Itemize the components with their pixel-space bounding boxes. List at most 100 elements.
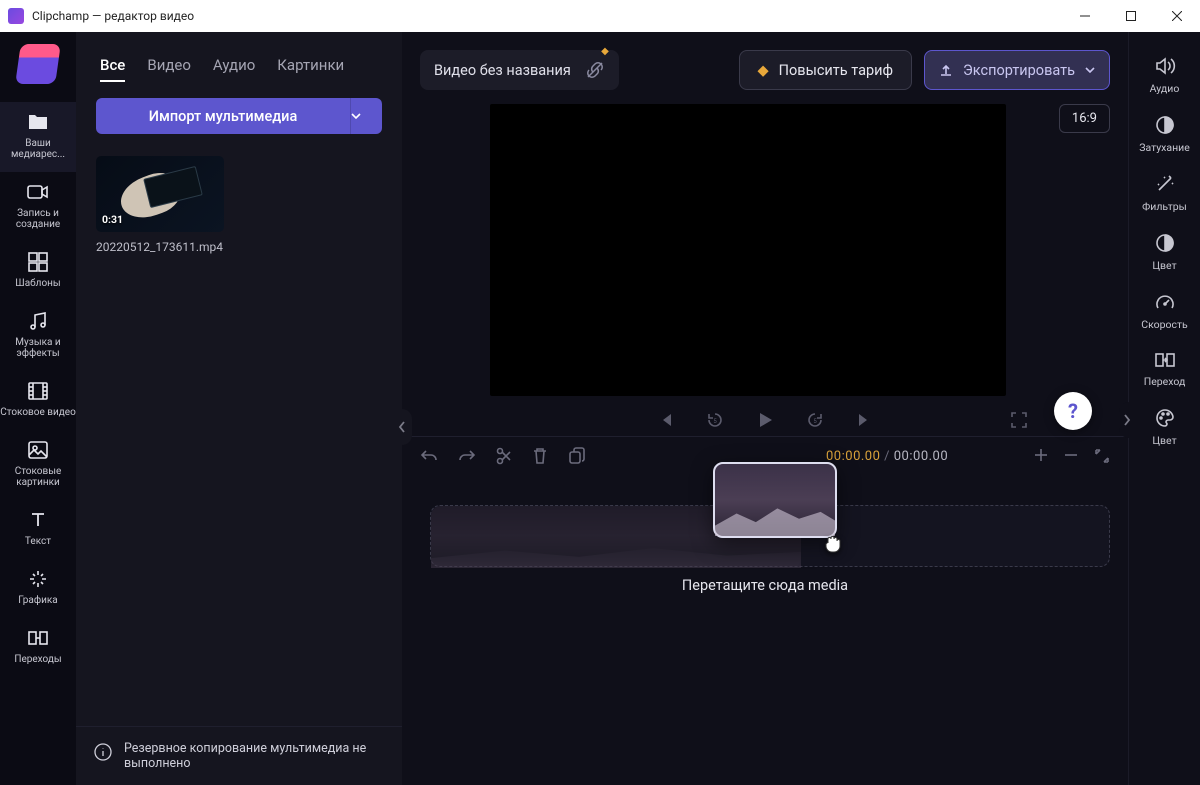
right-properties-bar: Аудио Затухание Фильтры Цвет Скорость Пе…	[1128, 32, 1200, 785]
nav-label: Переходы	[14, 654, 61, 665]
contrast-icon	[1155, 233, 1175, 253]
image-icon	[27, 440, 49, 460]
palette-icon	[1155, 408, 1175, 428]
titlebar: Clipchamp — редактор видео	[0, 0, 1200, 32]
close-button[interactable]	[1154, 0, 1200, 32]
upload-icon	[939, 63, 953, 77]
left-nav: Ваши медиарес... Запись и создание Шабло…	[0, 32, 76, 785]
media-tabs: Все Видео Аудио Картинки	[76, 32, 402, 94]
wand-icon	[1155, 174, 1175, 194]
delete-button[interactable]	[532, 447, 548, 465]
play-button[interactable]	[755, 410, 775, 430]
fit-timeline-button[interactable]	[1094, 448, 1110, 464]
nav-label: Запись и создание	[0, 208, 76, 230]
film-icon	[27, 381, 49, 401]
upgrade-button[interactable]: ◆ Повысить тариф	[739, 50, 913, 90]
redo-button[interactable]	[458, 448, 476, 464]
chevron-down-icon	[1085, 67, 1095, 73]
app-logo	[15, 44, 61, 84]
tab-audio[interactable]: Аудио	[213, 56, 255, 82]
svg-text:5: 5	[713, 418, 717, 425]
undo-button[interactable]	[420, 448, 438, 464]
project-title-bar[interactable]: Видео без названия ◆	[420, 50, 619, 90]
topbar: Видео без названия ◆ ◆ Повысить тариф Эк…	[402, 32, 1128, 90]
nav-label: Шаблоны	[15, 278, 60, 289]
timeline-track[interactable]	[430, 505, 1110, 567]
nav-label: Стоковое видео	[0, 407, 76, 418]
rewind-5s-button[interactable]: 5	[705, 410, 725, 430]
nav-music[interactable]: Музыка и эффекты	[0, 301, 76, 371]
diamond-icon: ◆	[758, 62, 769, 79]
tab-images[interactable]: Картинки	[277, 56, 344, 82]
help-button[interactable]: ?	[1054, 392, 1092, 430]
nav-label: Ваши медиарес...	[0, 138, 76, 160]
diamond-icon: ◆	[601, 46, 609, 57]
music-icon	[27, 311, 49, 331]
zoom-in-button[interactable]	[1034, 448, 1048, 464]
export-button[interactable]: Экспортировать	[924, 50, 1110, 90]
zoom-out-button[interactable]	[1064, 448, 1078, 464]
nav-label: Графика	[18, 595, 58, 606]
backup-status-text: Резервное копирование мультимедиа не вып…	[124, 741, 384, 771]
prop-color[interactable]: Цвет	[1129, 400, 1200, 457]
nav-graphics[interactable]: Графика	[0, 559, 76, 618]
grab-cursor-icon	[821, 532, 845, 556]
media-item[interactable]: 0:31 20220512_173611.mp4	[96, 156, 224, 254]
maximize-button[interactable]	[1108, 0, 1154, 32]
split-button[interactable]	[496, 447, 512, 465]
media-duration: 0:31	[102, 213, 123, 226]
tab-all[interactable]: Все	[100, 56, 125, 82]
nav-label: Стоковые картинки	[0, 466, 76, 488]
text-icon	[27, 510, 49, 530]
speaker-icon	[1154, 56, 1176, 76]
info-icon	[94, 743, 112, 761]
timeline-drop-hint: Перетащите сюда media	[420, 567, 1110, 594]
media-thumbnail: 0:31	[96, 156, 224, 232]
playback-controls: 5 5 ?	[402, 396, 1128, 436]
collapse-right-panel[interactable]	[1119, 402, 1135, 438]
sparkle-icon	[27, 569, 49, 589]
minimize-button[interactable]	[1062, 0, 1108, 32]
window-title: Clipchamp — редактор видео	[32, 9, 194, 23]
skip-start-button[interactable]	[657, 411, 675, 429]
app-logo-small	[8, 8, 24, 24]
nav-stock-video[interactable]: Стоковое видео	[0, 371, 76, 430]
skip-end-button[interactable]	[855, 411, 873, 429]
unlink-icon[interactable]	[585, 60, 605, 80]
prop-transition[interactable]: Переход	[1129, 343, 1200, 398]
speedometer-icon	[1155, 292, 1175, 312]
timeline-timecode: 00:00.00 / 00:00.00	[826, 449, 948, 464]
prop-audio[interactable]: Аудио	[1129, 48, 1200, 105]
nav-label: Музыка и эффекты	[0, 337, 76, 359]
templates-icon	[27, 252, 49, 272]
aspect-ratio-button[interactable]: 16:9	[1059, 104, 1110, 133]
backup-status-bar[interactable]: Резервное копирование мультимедиа не вып…	[76, 726, 402, 785]
import-media-dropdown[interactable]	[350, 98, 382, 134]
prop-filters[interactable]: Фильтры	[1129, 166, 1200, 223]
nav-templates[interactable]: Шаблоны	[0, 242, 76, 301]
nav-stock-images[interactable]: Стоковые картинки	[0, 430, 76, 500]
forward-5s-button[interactable]: 5	[805, 410, 825, 430]
nav-text[interactable]: Текст	[0, 500, 76, 559]
dragging-clip[interactable]	[713, 462, 837, 538]
project-title: Видео без названия	[434, 62, 571, 79]
fullscreen-button[interactable]	[1010, 411, 1028, 429]
transition-icon	[27, 628, 49, 648]
fade-icon	[1155, 115, 1175, 135]
media-panel: Все Видео Аудио Картинки Импорт мультиме…	[76, 32, 402, 785]
nav-record[interactable]: Запись и создание	[0, 172, 76, 242]
duplicate-button[interactable]	[568, 447, 586, 465]
nav-transitions[interactable]: Переходы	[0, 618, 76, 677]
svg-text:5: 5	[813, 418, 817, 425]
timeline: 00:00.00 / 00:00.00 Перетащите сюда medi…	[402, 436, 1128, 785]
transition-icon	[1155, 351, 1175, 369]
prop-color-adjust[interactable]: Цвет	[1129, 225, 1200, 282]
nav-your-media[interactable]: Ваши медиарес...	[0, 102, 76, 172]
tab-video[interactable]: Видео	[147, 56, 191, 82]
import-media-button[interactable]: Импорт мультимедиа	[96, 98, 350, 134]
media-filename: 20220512_173611.mp4	[96, 240, 224, 254]
video-preview[interactable]	[490, 104, 1006, 396]
prop-speed[interactable]: Скорость	[1129, 284, 1200, 341]
prop-fade[interactable]: Затухание	[1129, 107, 1200, 164]
camera-icon	[27, 182, 49, 202]
